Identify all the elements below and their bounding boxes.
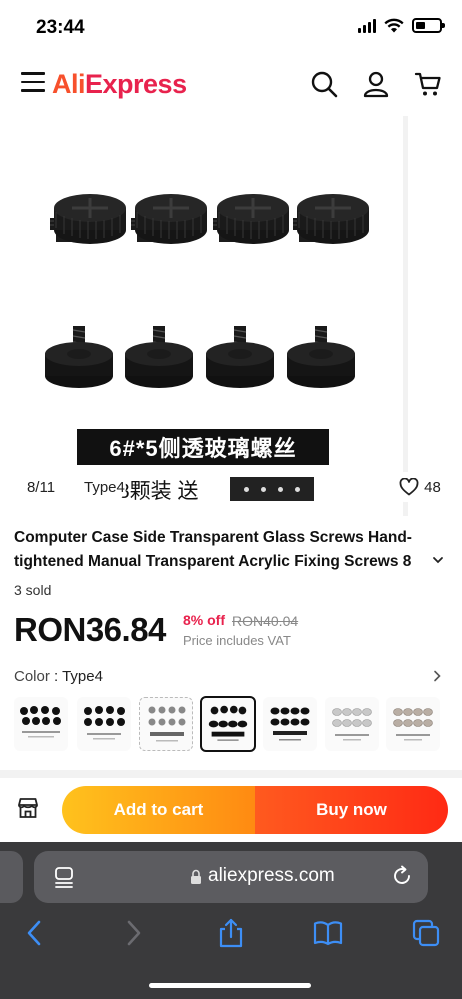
user-icon[interactable] [362,70,390,98]
address-bar[interactable]: aliexpress.com [34,851,428,903]
wifi-icon [384,18,404,33]
store-icon[interactable] [16,796,40,820]
home-indicator [149,983,311,988]
bottom-action-bar: Add to cart Buy now [0,780,462,842]
color-value: Type4 [62,668,103,685]
variant-thumb[interactable] [386,697,440,751]
variant-thumbnails [14,696,454,753]
variant-thumb[interactable] [14,697,68,751]
current-price: RON36.84 [14,611,166,648]
page: 23:44 AliExpress 6#*5侧透玻璃螺丝 8颗装 送 8/11 T… [0,0,462,999]
variant-thumb[interactable] [325,697,379,751]
product-main-image[interactable]: 6#*5侧透玻璃螺丝 8颗装 送 [0,116,403,516]
logo-part-express: Express [85,69,187,99]
logo-part-ali: Ali [52,69,86,99]
variant-thumb[interactable] [263,697,317,751]
signal-icon [358,18,376,33]
status-bar: 23:44 [0,0,462,56]
variant-thumb-selected[interactable] [200,696,256,752]
color-separator: : [49,668,63,685]
status-time: 23:44 [36,17,85,38]
product-gallery[interactable]: 6#*5侧透玻璃螺丝 8颗装 送 8/11 Type4 48 [0,116,462,516]
image-dots-graphic [230,477,314,501]
wishlist-count: 48 [424,478,441,496]
reload-icon[interactable] [391,865,413,887]
heart-icon [399,478,419,496]
sold-count: 3 sold [14,582,52,598]
previous-tab-preview[interactable] [0,851,23,903]
tabs-icon[interactable] [411,918,441,948]
section-divider [0,770,462,778]
product-title[interactable]: Computer Case Side Transparent Glass Scr… [14,526,424,574]
cart-icon[interactable] [414,70,442,98]
color-label: Color [14,668,50,685]
image-counter: 8/11 [16,472,66,502]
reader-mode-icon[interactable] [54,865,76,889]
share-icon[interactable] [216,918,246,948]
bookmarks-icon[interactable] [313,918,343,948]
forward-icon[interactable] [118,918,148,948]
status-icons [358,18,445,33]
next-product-image-preview[interactable] [408,116,462,516]
discount-badge: 8% off [183,612,225,628]
url-text: aliexpress.com [208,865,335,886]
color-selector-row[interactable]: Color : Type4 [14,668,103,685]
chevron-right-icon[interactable] [432,670,442,682]
chevron-down-icon[interactable] [432,554,444,566]
image-caption-banner: 6#*5侧透玻璃螺丝 [77,429,329,465]
original-price: RON40.04 [232,613,299,629]
aliexpress-logo[interactable]: AliExpress [52,69,187,100]
lock-icon [191,869,201,884]
browser-toolbar: aliexpress.com [0,842,462,999]
variant-tag[interactable]: Type4 [74,472,126,502]
battery-icon [412,18,445,33]
variant-thumb[interactable] [139,697,193,751]
back-icon[interactable] [20,918,50,948]
add-to-cart-button[interactable]: Add to cart [62,786,255,834]
search-icon[interactable] [310,70,338,98]
hamburger-menu-icon[interactable] [21,72,45,92]
image-caption-line2: 8颗装 送 [118,480,199,503]
variant-thumb[interactable] [77,697,131,751]
buy-now-button[interactable]: Buy now [255,786,448,834]
site-header: AliExpress [0,58,462,112]
vat-note: Price includes VAT [183,633,291,648]
screws-photo [44,192,371,389]
purchase-buttons: Add to cart Buy now [62,786,448,834]
wishlist-button[interactable]: 48 [390,472,450,502]
